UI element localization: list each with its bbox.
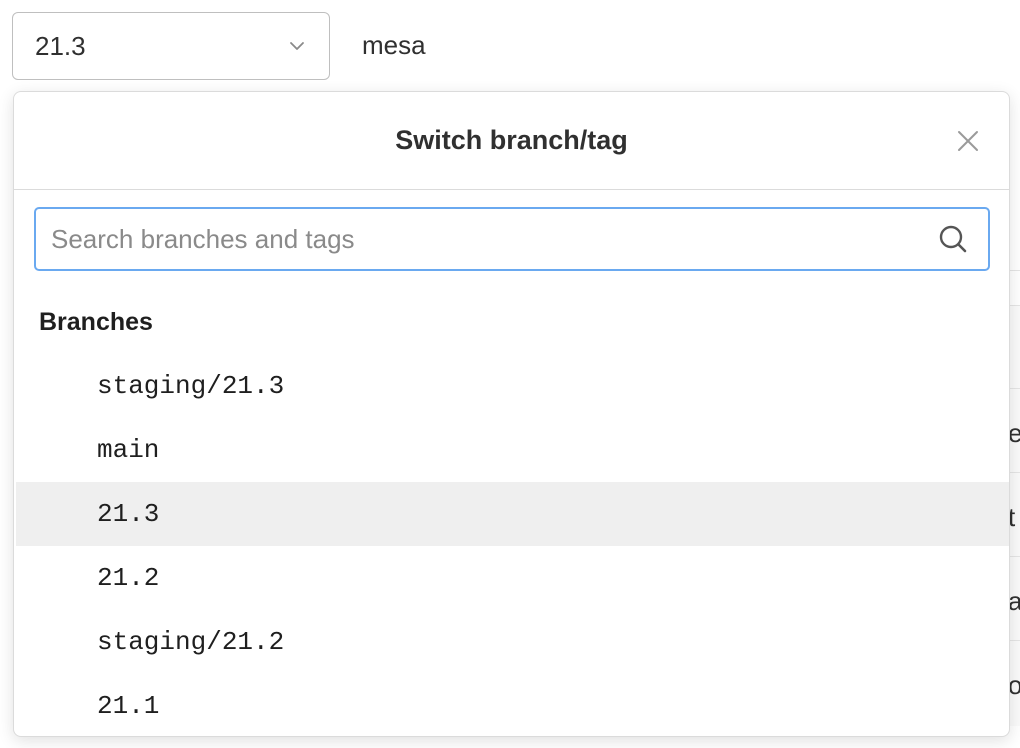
branch-item[interactable]: staging/21.2: [16, 610, 1009, 674]
branch-item[interactable]: staging/21.3: [16, 354, 1009, 418]
search-box: [34, 207, 990, 271]
branch-list: staging/21.3 main 21.3 21.2 staging/21.2…: [16, 354, 1009, 736]
ref-selector-button[interactable]: 21.3: [12, 12, 330, 80]
switch-branch-dropdown: Switch branch/tag Branches staging/21.3 …: [13, 91, 1010, 737]
chevron-down-icon: [287, 36, 307, 56]
project-breadcrumb[interactable]: mesa: [362, 28, 426, 62]
branch-item[interactable]: main: [16, 418, 1009, 482]
search-input[interactable]: [36, 209, 936, 269]
branch-item[interactable]: 21.1: [16, 674, 1009, 736]
branches-section-label: Branches: [39, 308, 153, 336]
branch-item[interactable]: 21.2: [16, 546, 1009, 610]
search-icon[interactable]: [936, 222, 970, 256]
ref-selector-label: 21.3: [35, 30, 86, 61]
dropdown-title: Switch branch/tag: [395, 125, 628, 155]
close-icon[interactable]: [953, 126, 983, 156]
dropdown-header: Switch branch/tag: [14, 92, 1009, 190]
branch-item-active[interactable]: 21.3: [16, 482, 1009, 546]
